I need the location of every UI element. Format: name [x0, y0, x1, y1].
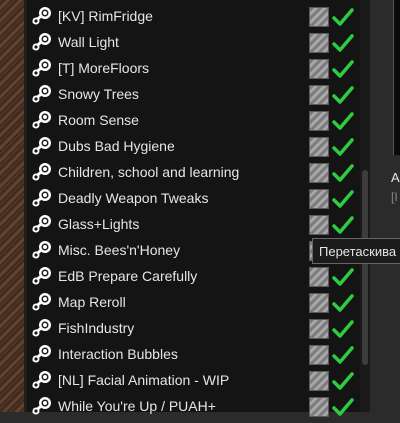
green-checkmark-icon[interactable] [331, 32, 355, 54]
hatched-status-icon [309, 85, 329, 105]
green-checkmark-icon[interactable] [331, 58, 355, 80]
mod-details-subtitle: [I [391, 190, 398, 204]
mod-label: [NL] Facial Animation - WIP [58, 372, 230, 388]
green-checkmark-icon[interactable] [331, 318, 355, 340]
mod-row[interactable]: Interaction Bubbles [27, 341, 360, 367]
mod-row[interactable]: [NL] Facial Animation - WIP [27, 367, 360, 393]
green-checkmark-icon[interactable] [331, 292, 355, 314]
hatched-status-icon [309, 111, 329, 131]
mod-label: Dubs Bad Hygiene [58, 138, 175, 154]
green-checkmark-icon[interactable] [331, 266, 355, 288]
hatched-status-icon [309, 371, 329, 391]
hatched-status-icon [309, 7, 329, 27]
mod-label: Interaction Bubbles [58, 346, 178, 362]
steam-workshop-icon [31, 109, 53, 131]
mod-label: Map Reroll [58, 294, 126, 310]
steam-workshop-icon [31, 343, 53, 365]
mod-list[interactable]: [KV] RimFridge Wall Light [T] MoreFloors Sn… [27, 0, 361, 417]
green-checkmark-icon[interactable] [331, 136, 355, 158]
mod-details-title: A [391, 170, 400, 185]
green-checkmark-icon[interactable] [331, 6, 355, 28]
steam-workshop-icon [31, 5, 53, 27]
green-checkmark-icon[interactable] [331, 84, 355, 106]
tooltip-text: Перетаскива [319, 244, 397, 259]
background-texture [0, 0, 24, 412]
hatched-status-icon [309, 397, 329, 417]
mod-label: [KV] RimFridge [58, 8, 153, 24]
hatched-status-icon [309, 163, 329, 183]
hatched-status-icon [309, 59, 329, 79]
mod-row[interactable]: Dubs Bad Hygiene [27, 133, 360, 159]
hatched-status-icon [309, 293, 329, 313]
mod-row[interactable]: Children, school and learning [27, 159, 360, 185]
drag-tooltip: Перетаскива [312, 238, 400, 264]
mod-row[interactable]: Snowy Trees [27, 81, 360, 107]
mod-row[interactable]: Misc. Bees'n'Honey [27, 237, 360, 263]
hatched-status-icon [309, 33, 329, 53]
steam-workshop-icon [31, 31, 53, 53]
green-checkmark-icon[interactable] [331, 344, 355, 366]
mod-label: Wall Light [58, 34, 119, 50]
green-checkmark-icon[interactable] [331, 214, 355, 236]
scrollbar-thumb[interactable] [362, 170, 368, 365]
mod-label: Misc. Bees'n'Honey [58, 242, 181, 258]
steam-workshop-icon [31, 317, 53, 339]
mod-row[interactable]: EdB Prepare Carefully [27, 263, 360, 289]
mod-row[interactable]: Map Reroll [27, 289, 360, 315]
steam-workshop-icon [31, 161, 53, 183]
steam-workshop-icon [31, 239, 53, 261]
steam-workshop-icon [31, 265, 53, 287]
mod-label: Deadly Weapon Tweaks [58, 190, 209, 206]
mod-label: EdB Prepare Carefully [58, 268, 198, 284]
mod-row[interactable]: [T] MoreFloors [27, 55, 360, 81]
mod-row[interactable]: Room Sense [27, 107, 360, 133]
mod-label: Glass+Lights [58, 216, 140, 232]
mod-row[interactable]: While You're Up / PUAH+ [27, 393, 360, 419]
mod-row[interactable]: [KV] RimFridge [27, 3, 360, 29]
steam-workshop-icon [31, 369, 53, 391]
hatched-status-icon [309, 319, 329, 339]
green-checkmark-icon[interactable] [331, 396, 355, 418]
mod-label: Snowy Trees [58, 86, 139, 102]
hatched-status-icon [309, 137, 329, 157]
mod-label: Children, school and learning [58, 164, 240, 180]
steam-workshop-icon [31, 213, 53, 235]
green-checkmark-icon[interactable] [331, 370, 355, 392]
steam-workshop-icon [31, 57, 53, 79]
green-checkmark-icon[interactable] [331, 110, 355, 132]
mod-label: FishIndustry [58, 320, 135, 336]
green-checkmark-icon[interactable] [331, 188, 355, 210]
mod-label: [T] MoreFloors [58, 60, 150, 76]
hatched-status-icon [309, 189, 329, 209]
steam-workshop-icon [31, 187, 53, 209]
green-checkmark-icon[interactable] [331, 162, 355, 184]
hatched-status-icon [309, 345, 329, 365]
mod-row[interactable]: FishIndustry [27, 315, 360, 341]
mod-label: Room Sense [58, 112, 139, 128]
mod-preview-image [393, 0, 400, 155]
hatched-status-icon [309, 267, 329, 287]
steam-workshop-icon [31, 83, 53, 105]
mod-row[interactable]: Deadly Weapon Tweaks [27, 185, 360, 211]
steam-workshop-icon [31, 135, 53, 157]
steam-workshop-icon [31, 291, 53, 313]
hatched-status-icon [309, 215, 329, 235]
mod-row[interactable]: Glass+Lights [27, 211, 360, 237]
mod-row[interactable]: Wall Light [27, 29, 360, 55]
steam-workshop-icon [31, 395, 53, 417]
